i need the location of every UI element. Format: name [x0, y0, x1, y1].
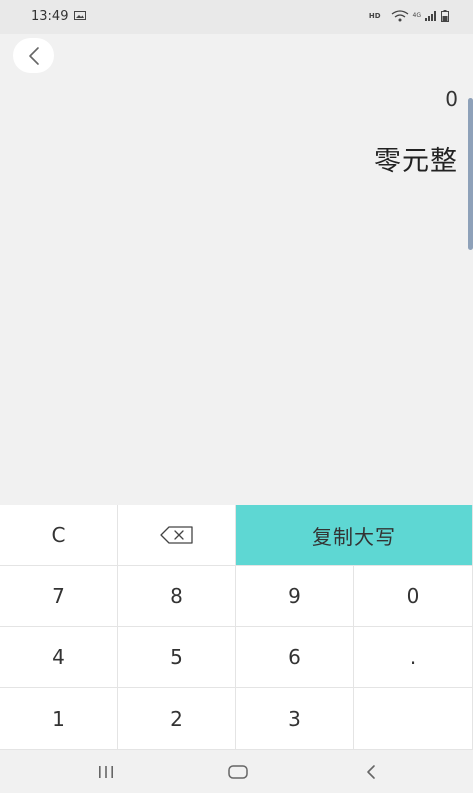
wifi-icon [391, 10, 408, 22]
keypad: C 复制大写 7 8 9 0 4 5 6 . 1 2 3 [0, 505, 473, 750]
number-display: 0 [445, 87, 458, 111]
scroll-handle[interactable] [468, 98, 473, 250]
status-time: 13:49 [31, 9, 69, 24]
status-bar: 13:49 HD 4G [0, 0, 473, 34]
status-icons: HD 4G [369, 9, 449, 23]
backspace-button[interactable] [118, 505, 235, 565]
key-9[interactable]: 9 [236, 566, 353, 626]
gallery-icon [74, 11, 86, 20]
blank-key [354, 688, 472, 749]
signal-icon [425, 11, 436, 21]
chevron-left-icon [28, 46, 39, 65]
back-button[interactable] [13, 38, 54, 73]
clear-button[interactable]: C [0, 505, 117, 565]
hd-label: HD [368, 12, 381, 20]
navigation-bar [0, 750, 473, 793]
chinese-amount-display: 零元整 [374, 146, 458, 177]
key-3[interactable]: 3 [236, 688, 353, 749]
key-decimal[interactable]: . [354, 627, 472, 687]
nav-back-button[interactable] [359, 760, 383, 784]
back-icon [367, 765, 375, 779]
copy-uppercase-button[interactable]: 复制大写 [236, 505, 472, 565]
key-5[interactable]: 5 [118, 627, 235, 687]
network-type-label: 4G [412, 12, 421, 19]
key-2[interactable]: 2 [118, 688, 235, 749]
key-8[interactable]: 8 [118, 566, 235, 626]
key-1[interactable]: 1 [0, 688, 117, 749]
key-4[interactable]: 4 [0, 627, 117, 687]
battery-icon [441, 10, 449, 22]
key-7[interactable]: 7 [0, 566, 117, 626]
key-6[interactable]: 6 [236, 627, 353, 687]
key-0[interactable]: 0 [354, 566, 472, 626]
backspace-icon [159, 526, 193, 544]
recent-apps-icon [99, 766, 113, 778]
recent-apps-button[interactable] [94, 760, 118, 784]
home-icon [228, 765, 248, 779]
home-button[interactable] [226, 760, 250, 784]
